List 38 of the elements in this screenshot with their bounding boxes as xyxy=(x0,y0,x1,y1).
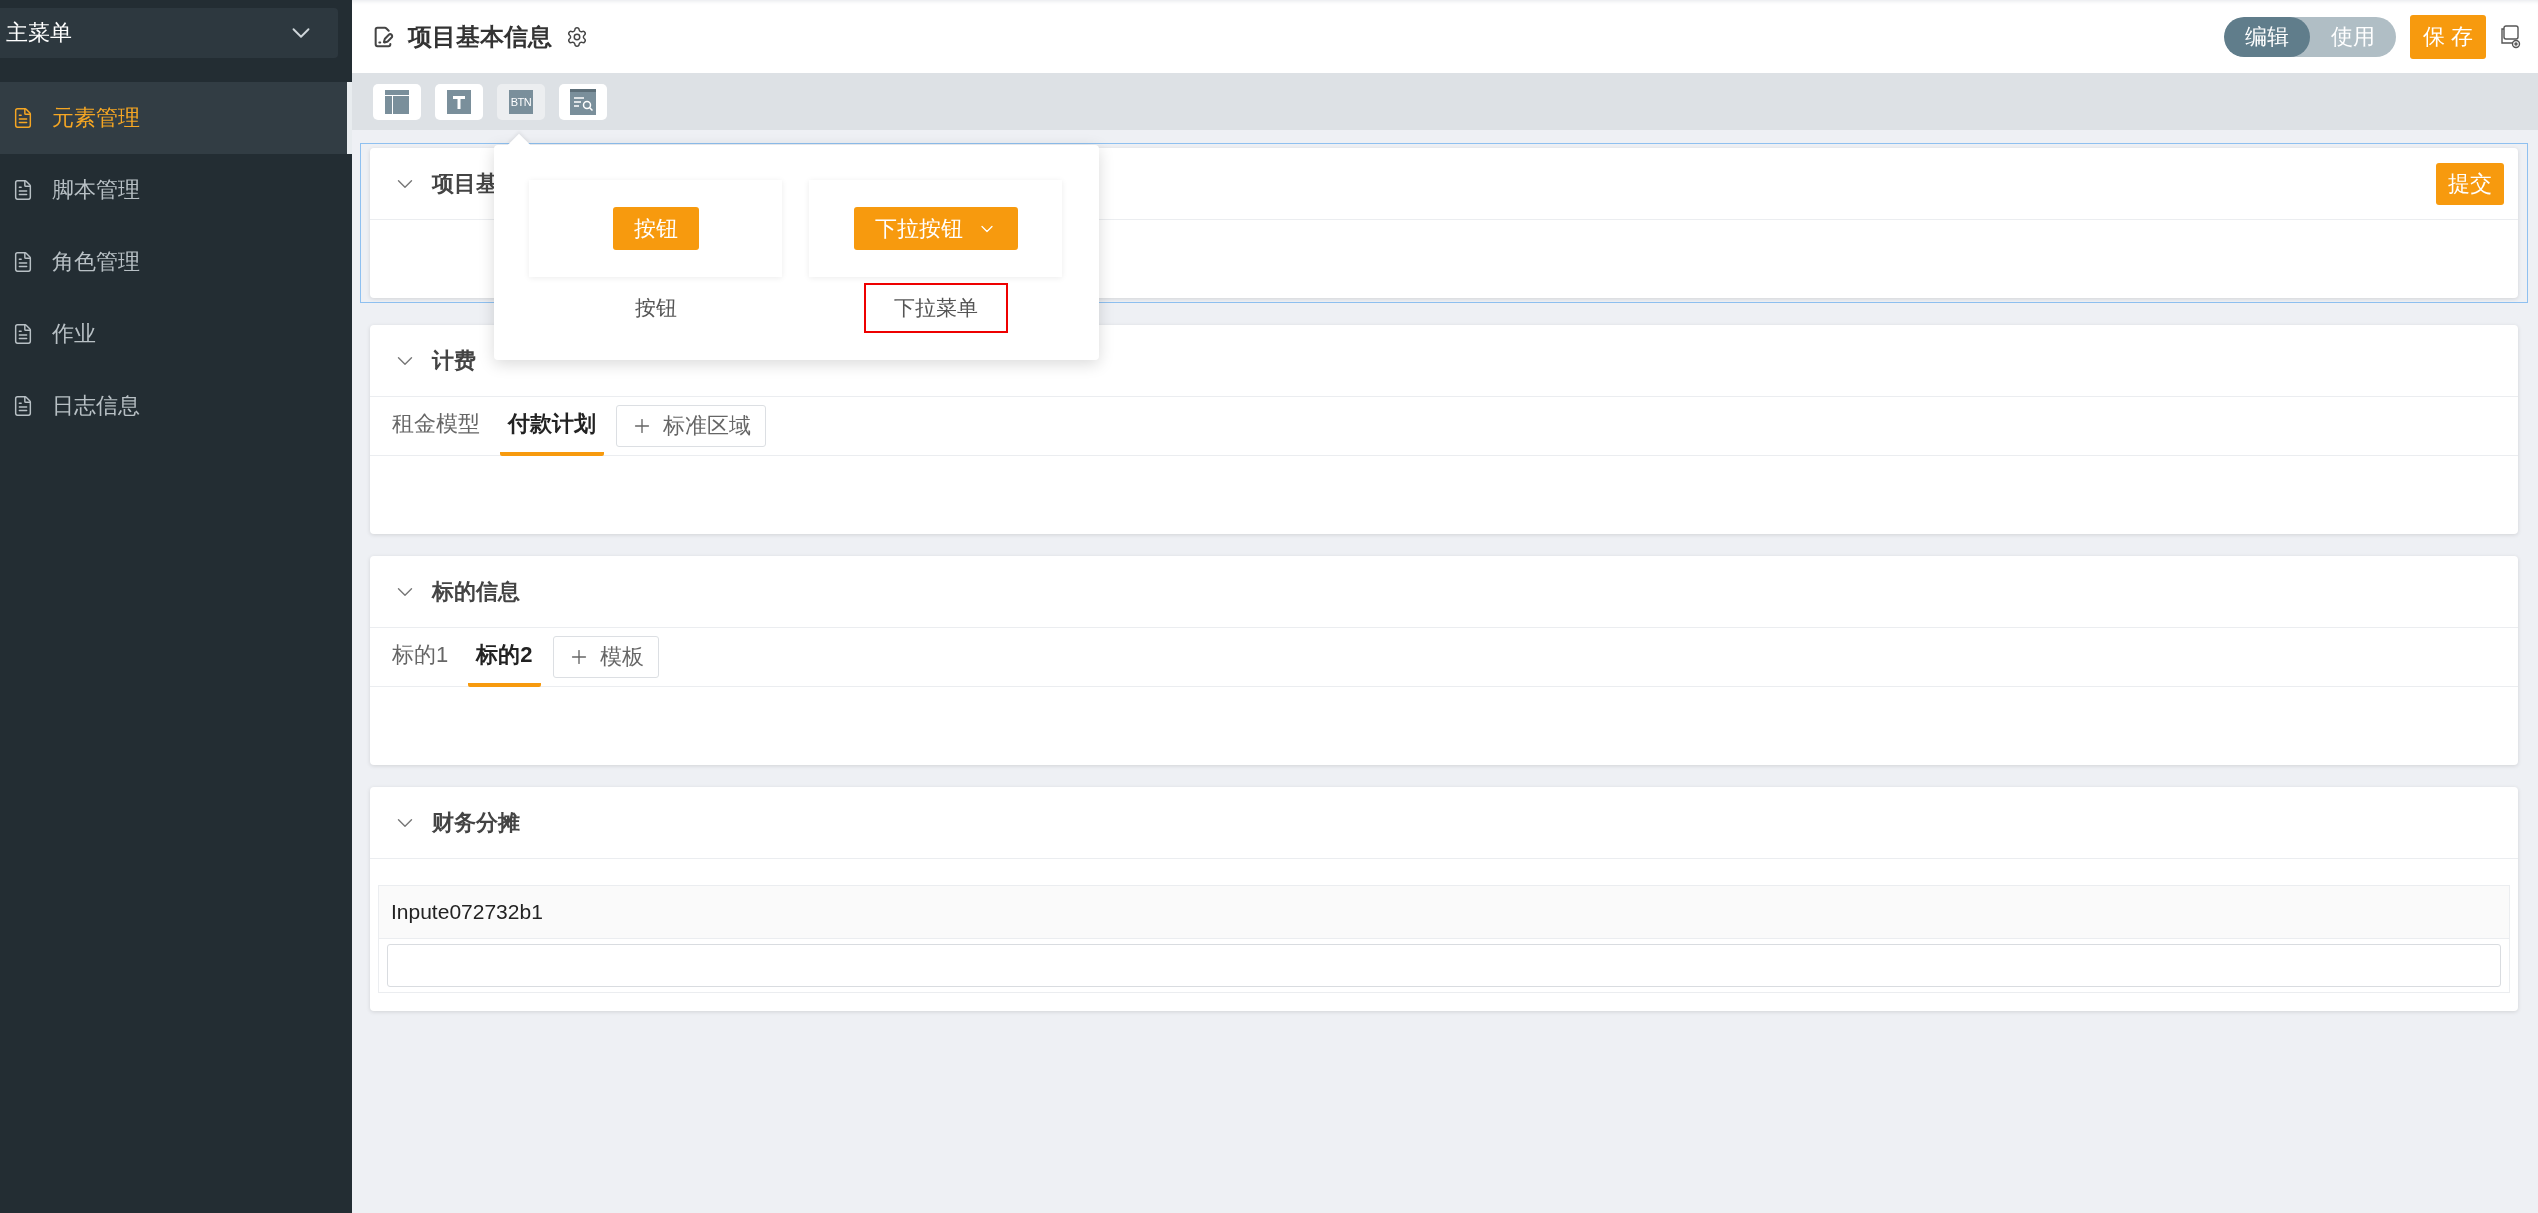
text-icon xyxy=(447,89,471,114)
tab[interactable]: 标的2 xyxy=(468,627,541,687)
sidebar-item[interactable]: 元素管理 xyxy=(0,82,352,154)
section-title: 计费 xyxy=(432,346,476,375)
layout-icon xyxy=(385,89,409,114)
mode-option[interactable]: 编辑 xyxy=(2223,16,2310,57)
document-icon xyxy=(12,179,34,201)
edit-document-icon xyxy=(372,25,394,48)
search-list-icon xyxy=(570,88,596,115)
search-tool[interactable] xyxy=(559,83,607,120)
window-settings-icon[interactable] xyxy=(2500,24,2522,49)
page-title: 项目基本信息 xyxy=(408,21,552,52)
button-tool[interactable]: BTN xyxy=(497,83,545,120)
tab[interactable]: 租金模型 xyxy=(384,396,488,456)
tab[interactable]: 标的1 xyxy=(384,627,457,687)
button-preview: 按钮 xyxy=(612,207,699,250)
main-menu-select[interactable]: 主菜单 xyxy=(0,8,338,58)
tab[interactable]: 付款计划 xyxy=(500,396,604,456)
sidebar-item[interactable]: 作业 xyxy=(0,298,352,370)
dropdown-button-preview: 下拉按钮 xyxy=(853,207,1018,250)
section-title: 标的信息 xyxy=(432,577,520,606)
sidebar-item[interactable]: 脚本管理 xyxy=(0,154,352,226)
component-label[interactable]: 下拉菜单 xyxy=(863,283,1008,333)
text-tool[interactable] xyxy=(435,83,483,120)
add-tab-button[interactable]: 标准区域 xyxy=(616,405,766,447)
input-field[interactable] xyxy=(387,944,2501,987)
field-label: Inpute072732b1 xyxy=(379,886,2509,939)
sidebar-item[interactable]: 日志信息 xyxy=(0,370,352,442)
layout-tool[interactable] xyxy=(373,83,421,120)
add-tab-button[interactable]: 模板 xyxy=(552,636,659,678)
sidebar-item[interactable]: 角色管理 xyxy=(0,226,352,298)
document-icon xyxy=(12,323,34,345)
component-label[interactable]: 按钮 xyxy=(604,283,707,333)
document-icon xyxy=(12,251,34,273)
document-icon xyxy=(12,395,34,417)
document-icon xyxy=(12,107,34,129)
section-title: 财务分摊 xyxy=(432,808,520,837)
settings-icon[interactable] xyxy=(566,25,588,48)
